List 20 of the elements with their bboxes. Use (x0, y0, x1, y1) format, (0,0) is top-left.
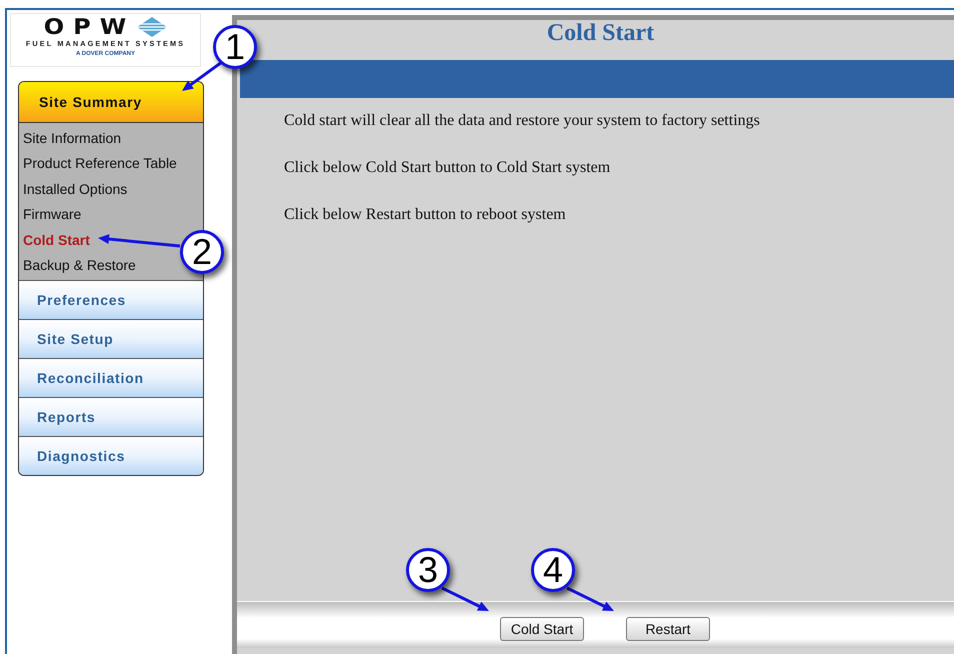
action-button[interactable]: Restart (626, 617, 710, 641)
menu-section[interactable]: Diagnostics (19, 436, 203, 476)
page-title: Cold Start (546, 20, 656, 48)
instruction-text: Click below Restart button to reboot system (284, 205, 567, 224)
instruction-text: Cold start will clear all the data and restore your system to factory settings (284, 111, 761, 130)
submenu-item[interactable]: Product Reference Table (23, 151, 177, 177)
menu-section[interactable]: Site Setup (19, 319, 203, 358)
menu-section[interactable]: Reports (19, 397, 203, 436)
instruction-text: Click below Cold Start button to Cold Start system (284, 158, 612, 177)
diamond-icon (137, 17, 168, 37)
logo-wordmark: OPW (44, 16, 136, 38)
submenu-item[interactable]: Firmware (23, 202, 82, 228)
menu-section[interactable]: Preferences (19, 280, 203, 320)
callout-number: 2 (180, 230, 224, 274)
submenu-item[interactable]: Site Information (23, 126, 122, 152)
submenu-item[interactable]: Installed Options (23, 176, 128, 202)
menu-section[interactable]: Reconciliation (19, 358, 203, 398)
menu-section[interactable]: Site Summary (19, 82, 203, 122)
action-button[interactable]: Cold Start (500, 617, 584, 641)
submenu-item[interactable]: Backup & Restore (23, 253, 136, 278)
